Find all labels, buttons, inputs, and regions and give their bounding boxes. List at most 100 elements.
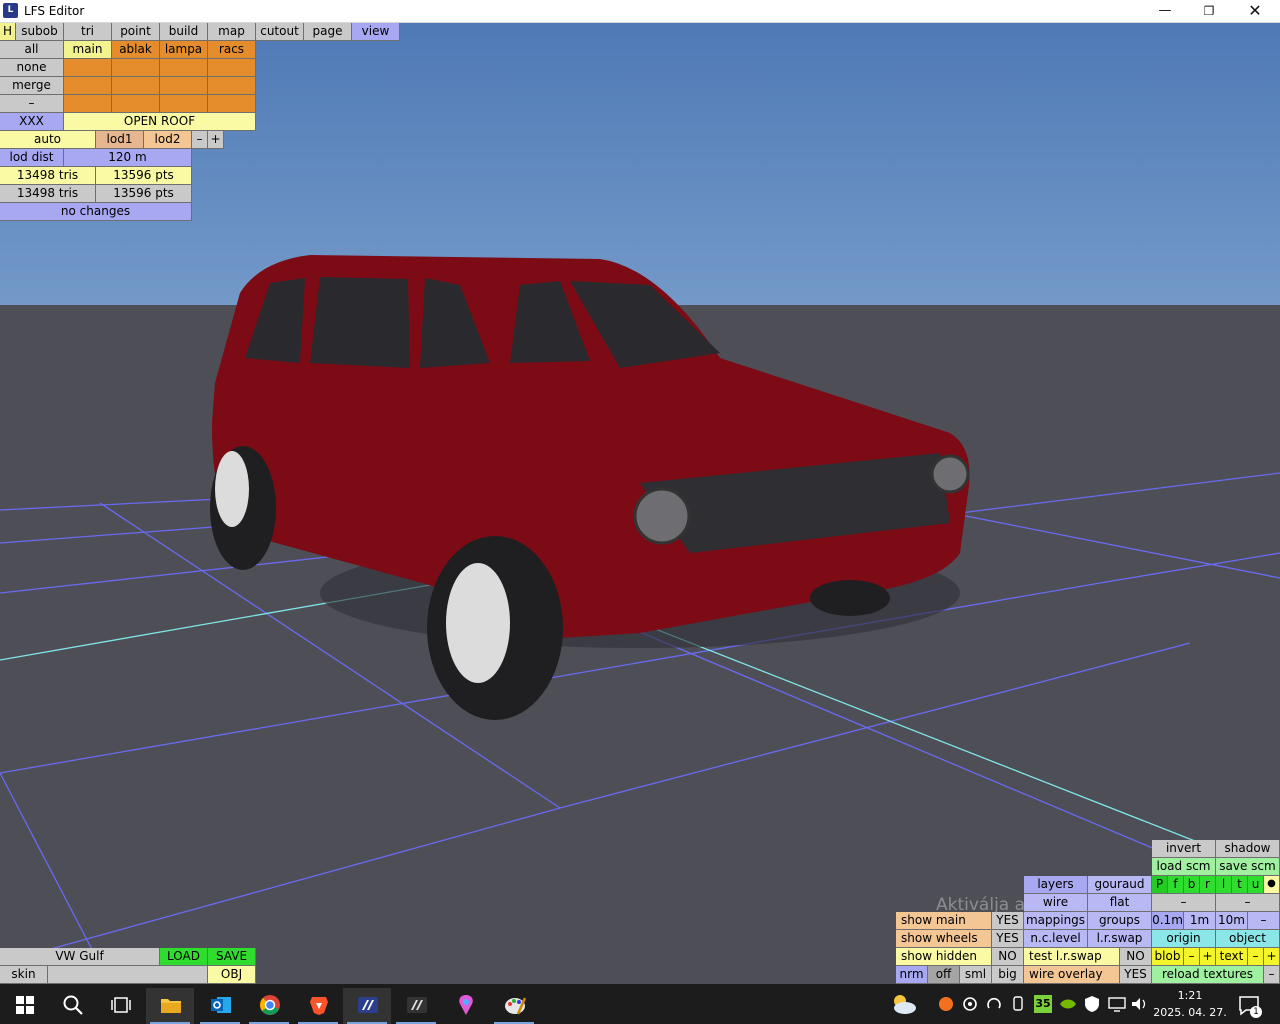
- view-l-button[interactable]: l: [1216, 876, 1232, 894]
- reload-textures-button[interactable]: reload textures: [1152, 966, 1264, 984]
- view-sml-button[interactable]: sml: [960, 966, 992, 984]
- paint-button[interactable]: [490, 988, 538, 1024]
- lfs-editor-taskbar-button[interactable]: [343, 988, 391, 1024]
- blob-button[interactable]: blob: [1152, 948, 1184, 966]
- weather-icon[interactable]: [888, 992, 918, 1016]
- file-explorer-button[interactable]: [146, 988, 194, 1024]
- nc-level-button[interactable]: n.c.level: [1024, 930, 1088, 948]
- search-button[interactable]: [48, 988, 96, 1024]
- chrome-button[interactable]: [245, 988, 293, 1024]
- layer-racs-button[interactable]: racs: [208, 41, 256, 59]
- tab-page[interactable]: page: [304, 23, 352, 41]
- origin-button[interactable]: origin: [1152, 930, 1216, 948]
- skin-field[interactable]: [48, 966, 208, 984]
- view-big-button[interactable]: big: [992, 966, 1024, 984]
- blob-minus-button[interactable]: –: [1184, 948, 1200, 966]
- lod1-button[interactable]: lod1: [96, 131, 144, 149]
- dash-button[interactable]: –: [0, 95, 64, 113]
- sync-icon[interactable]: [962, 996, 978, 1012]
- test-lr-swap-toggle[interactable]: NO: [1120, 948, 1152, 966]
- dist-1m-button[interactable]: 1m: [1184, 912, 1216, 930]
- dist-dash-button[interactable]: –: [1248, 912, 1280, 930]
- calendar-badge-icon[interactable]: 35: [1034, 995, 1052, 1013]
- end-dash-button[interactable]: –: [1264, 966, 1280, 984]
- view-nrm-button[interactable]: nrm: [896, 966, 928, 984]
- wire-overlay-toggle[interactable]: YES: [1120, 966, 1152, 984]
- layer-slot[interactable]: [112, 77, 160, 95]
- load-scm-button[interactable]: load scm: [1152, 858, 1216, 876]
- lod-dist-value[interactable]: 120 m: [64, 149, 192, 167]
- show-hidden-toggle[interactable]: NO: [992, 948, 1024, 966]
- view-b-button[interactable]: b: [1184, 876, 1200, 894]
- layer-lampa-button[interactable]: lampa: [160, 41, 208, 59]
- tab-view[interactable]: view: [352, 23, 400, 41]
- task-view-button[interactable]: [96, 988, 144, 1024]
- dash-button-left[interactable]: –: [1152, 894, 1216, 912]
- tab-build[interactable]: build: [160, 23, 208, 41]
- groups-button[interactable]: groups: [1088, 912, 1152, 930]
- nvidia-icon[interactable]: [1058, 996, 1078, 1012]
- layer-slot[interactable]: [112, 95, 160, 113]
- object-button[interactable]: object: [1216, 930, 1280, 948]
- view-t-button[interactable]: t: [1232, 876, 1248, 894]
- layer-slot[interactable]: [160, 95, 208, 113]
- maps-button[interactable]: [441, 988, 489, 1024]
- layer-slot[interactable]: [112, 59, 160, 77]
- show-wheels-toggle[interactable]: YES: [992, 930, 1024, 948]
- outlook-button[interactable]: [196, 988, 244, 1024]
- lod-auto-button[interactable]: auto: [0, 131, 96, 149]
- merge-button[interactable]: merge: [0, 77, 64, 95]
- dot-button[interactable]: ●: [1264, 876, 1280, 894]
- view-r-button[interactable]: r: [1200, 876, 1216, 894]
- obj-button[interactable]: OBJ: [208, 966, 256, 984]
- dist-10m-button[interactable]: 10m: [1216, 912, 1248, 930]
- defender-icon[interactable]: [1084, 995, 1100, 1013]
- brave-button[interactable]: [294, 988, 342, 1024]
- 3d-viewport[interactable]: Aktiválja a Windows t: [0, 23, 1280, 984]
- skin-label[interactable]: skin: [0, 966, 48, 984]
- layer-slot[interactable]: [64, 95, 112, 113]
- gouraud-button[interactable]: gouraud: [1088, 876, 1152, 894]
- view-p-button[interactable]: P: [1152, 876, 1168, 894]
- layers-button[interactable]: layers: [1024, 876, 1088, 894]
- load-button[interactable]: LOAD: [160, 948, 208, 966]
- tab-tri[interactable]: tri: [64, 23, 112, 41]
- tab-cutout[interactable]: cutout: [256, 23, 304, 41]
- view-f-button[interactable]: f: [1168, 876, 1184, 894]
- shadow-button[interactable]: shadow: [1216, 840, 1280, 858]
- wire-button[interactable]: wire: [1024, 894, 1088, 912]
- lod-plus-button[interactable]: +: [208, 131, 224, 149]
- xxx-button[interactable]: XXX: [0, 113, 64, 131]
- open-roof-button[interactable]: OPEN ROOF: [64, 113, 256, 131]
- layer-slot[interactable]: [160, 59, 208, 77]
- tab-map[interactable]: map: [208, 23, 256, 41]
- dist-0.1m-button[interactable]: 0.1m: [1152, 912, 1184, 930]
- show-main-toggle[interactable]: YES: [992, 912, 1024, 930]
- view-off-button[interactable]: off: [928, 966, 960, 984]
- select-none-button[interactable]: none: [0, 59, 64, 77]
- view-u-button[interactable]: u: [1248, 876, 1264, 894]
- volume-icon[interactable]: [1130, 996, 1148, 1012]
- vpn-icon[interactable]: [986, 996, 1002, 1012]
- close-button[interactable]: ✕: [1232, 0, 1278, 22]
- object-name[interactable]: VW Gulf: [0, 948, 160, 966]
- layer-slot[interactable]: [160, 77, 208, 95]
- layer-slot[interactable]: [64, 77, 112, 95]
- text-plus-button[interactable]: +: [1264, 948, 1280, 966]
- text-button[interactable]: text: [1216, 948, 1248, 966]
- lfs-game-taskbar-button[interactable]: [392, 988, 440, 1024]
- menu-h[interactable]: H: [0, 23, 16, 41]
- minimize-button[interactable]: —: [1142, 0, 1188, 22]
- save-button[interactable]: SAVE: [208, 948, 256, 966]
- layer-slot[interactable]: [208, 95, 256, 113]
- layer-ablak-button[interactable]: ablak: [112, 41, 160, 59]
- start-button[interactable]: [0, 988, 48, 1024]
- network-icon[interactable]: [1108, 996, 1126, 1012]
- restore-button[interactable]: ❐: [1186, 0, 1232, 22]
- lr-swap-button[interactable]: l.r.swap: [1088, 930, 1152, 948]
- flat-button[interactable]: flat: [1088, 894, 1152, 912]
- layer-slot[interactable]: [208, 59, 256, 77]
- lod2-button[interactable]: lod2: [144, 131, 192, 149]
- usb-icon[interactable]: [1010, 995, 1026, 1013]
- layer-main-button[interactable]: main: [64, 41, 112, 59]
